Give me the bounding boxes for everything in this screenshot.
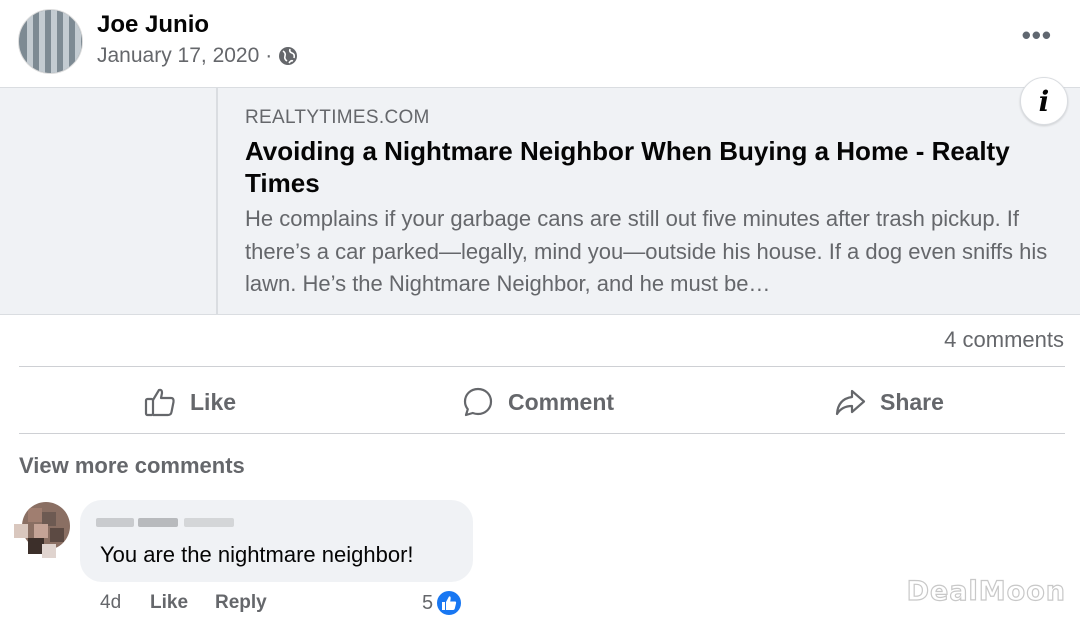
post-meta: January 17, 2020 ·: [97, 44, 298, 68]
post-date[interactable]: January 17, 2020: [97, 44, 259, 68]
comment-like-button[interactable]: Like: [150, 592, 188, 614]
divider: [19, 366, 1065, 367]
comment-reactions[interactable]: 5: [422, 589, 464, 617]
link-preview[interactable]: REALTYTIMES.COM Avoiding a Nightmare Nei…: [0, 87, 1080, 315]
link-domain: REALTYTIMES.COM: [245, 107, 430, 128]
share-icon: [835, 389, 866, 416]
more-options-icon[interactable]: •••: [1022, 22, 1052, 48]
comments-count[interactable]: 4 comments: [944, 327, 1064, 353]
watermark-logo: DealMoon: [906, 575, 1066, 607]
like-label: Like: [190, 388, 237, 415]
comment-reply-button[interactable]: Reply: [215, 592, 267, 614]
view-more-comments[interactable]: View more comments: [19, 453, 245, 479]
info-icon[interactable]: i: [1020, 77, 1068, 125]
share-label: Share: [880, 388, 944, 415]
author-name[interactable]: Joe Junio: [97, 11, 209, 39]
divider: [19, 433, 1065, 434]
comment-label: Comment: [508, 388, 615, 415]
link-description: He complains if your garbage cans are st…: [245, 206, 1048, 296]
like-button[interactable]: Like: [144, 382, 236, 422]
link-title[interactable]: Avoiding a Nightmare Neighbor When Buyin…: [245, 135, 1045, 199]
reaction-count: 5: [422, 591, 434, 614]
commenter-name-redacted[interactable]: [96, 512, 236, 530]
comment-text: You are the nightmare neighbor!: [100, 542, 414, 567]
thumbs-up-icon: [144, 388, 175, 417]
author-avatar[interactable]: [18, 9, 83, 74]
comment-button[interactable]: Comment: [462, 382, 614, 422]
like-reaction-icon: [435, 589, 464, 617]
commenter-avatar[interactable]: [14, 502, 70, 558]
comment-icon: [463, 387, 493, 417]
meta-separator: ·: [265, 44, 273, 67]
comment-bubble: You are the nightmare neighbor!: [80, 500, 473, 582]
share-button[interactable]: Share: [834, 382, 944, 422]
globe-icon: [279, 47, 298, 65]
link-thumbnail[interactable]: [0, 88, 218, 314]
comment-age[interactable]: 4d: [100, 592, 121, 614]
